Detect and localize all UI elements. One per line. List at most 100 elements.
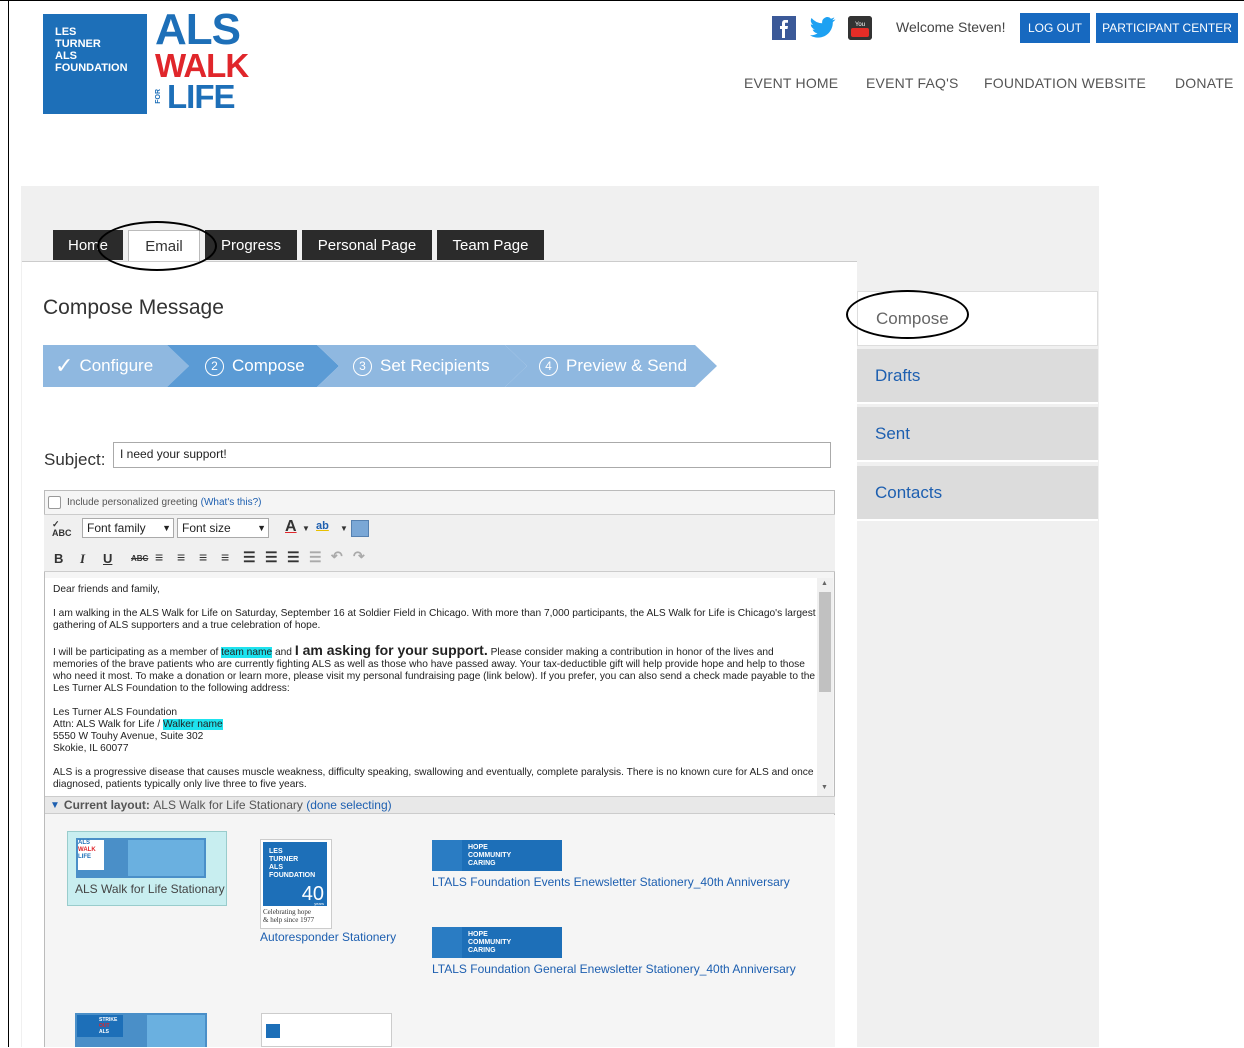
logo-for: FOR — [155, 89, 162, 104]
spellcheck-icon[interactable]: ✓ ABC — [52, 520, 72, 538]
tab-progress[interactable]: Progress — [205, 230, 297, 260]
nav-donate[interactable]: DONATE — [1175, 75, 1234, 91]
editor-body[interactable]: Dear friends and family, I am walking in… — [45, 578, 817, 796]
chevron-down-icon[interactable]: ▼ — [302, 524, 310, 533]
undo-icon[interactable]: ↶ — [331, 548, 343, 565]
nav-foundation-website[interactable]: FOUNDATION WEBSITE — [984, 75, 1146, 91]
body-emphasis: I am asking for your support. — [294, 642, 488, 658]
indent-icon[interactable]: ☰ — [287, 549, 300, 566]
align-justify-icon[interactable]: ≡ — [221, 549, 229, 565]
step-preview-send[interactable]: 4 Preview & Send — [505, 345, 717, 387]
address-line: Les Turner ALS Foundation — [53, 707, 178, 718]
twitter-icon[interactable] — [810, 16, 836, 40]
scroll-down-icon[interactable]: ▼ — [821, 784, 828, 791]
thumb-banner-text: COMMUNITY — [468, 852, 512, 859]
scroll-up-icon[interactable]: ▲ — [821, 580, 828, 587]
highlight-color-icon[interactable]: ab — [316, 520, 329, 532]
align-right-icon[interactable]: ≡ — [199, 549, 207, 565]
align-left-icon[interactable]: ≡ — [155, 549, 163, 565]
thumb-logo — [432, 840, 462, 871]
thumb-logo: STRIKE OUT ALS — [77, 1015, 123, 1037]
facebook-icon[interactable] — [772, 16, 796, 40]
italic-icon[interactable]: I — [80, 551, 85, 567]
participant-center-button[interactable]: PARTICIPANT CENTER — [1096, 13, 1238, 43]
thumb-logo-text: LES — [269, 848, 283, 855]
sidebar-item-drafts[interactable]: Drafts — [857, 349, 1098, 404]
align-center-icon[interactable]: ≡ — [177, 549, 185, 565]
subject-label: Subject: — [44, 450, 106, 469]
logo-line: TURNER — [55, 38, 101, 50]
text-color-icon[interactable]: A — [285, 518, 297, 536]
thumb-logo — [266, 1024, 280, 1038]
stationery-item-als-walk[interactable]: ALS WALK LIFE ALS Walk for Life Stationa… — [67, 831, 227, 906]
current-layout-bar: ▼ Current layout: ALS Walk for Life Stat… — [45, 796, 835, 814]
body-paragraph: ALS is a progressive disease that causes… — [53, 767, 814, 790]
youtube-icon[interactable]: You — [848, 16, 872, 40]
redo-icon[interactable]: ↷ — [353, 548, 365, 565]
chevron-down-icon[interactable]: ▼ — [340, 524, 348, 533]
scrollbar-thumb[interactable] — [819, 592, 831, 692]
logout-button[interactable]: LOG OUT — [1020, 13, 1090, 43]
stationery-thumbnail[interactable]: LES TURNER ALS FOUNDATION 40 years Celeb… — [260, 839, 332, 929]
les-turner-logo[interactable]: LES TURNER ALS FOUNDATION — [43, 14, 147, 114]
stationery-thumbnail[interactable]: STRIKE OUT ALS — [75, 1013, 207, 1047]
check-icon: ✓ — [55, 353, 74, 378]
triangle-down-icon[interactable]: ▼ — [50, 800, 60, 811]
tab-team-page[interactable]: Team Page — [437, 230, 544, 260]
thumb-photo — [128, 840, 204, 876]
strikethrough-icon[interactable]: ABC — [131, 554, 148, 563]
step-compose[interactable]: 2 Compose — [167, 345, 339, 387]
sidebar-item-sent[interactable]: Sent — [857, 407, 1098, 462]
svg-text:You: You — [855, 22, 865, 28]
numbered-list-icon[interactable]: ☰ — [265, 549, 278, 566]
step-set-recipients[interactable]: 3 Set Recipients — [317, 345, 527, 387]
body-paragraph: Dear friends and family, — [53, 584, 160, 595]
chevron-down-icon: ▼ — [257, 523, 266, 533]
bold-icon[interactable]: B — [54, 551, 63, 566]
done-selecting-link[interactable]: (done selecting) — [306, 798, 391, 812]
thumb-tagline-text: & help since 1977 — [263, 916, 315, 924]
greeting-checkbox[interactable] — [48, 496, 61, 509]
logo-line: FOUNDATION — [55, 62, 128, 74]
thumb-banner: HOPE COMMUNITY CARING — [468, 844, 511, 868]
paste-icon[interactable] — [351, 520, 369, 537]
step-number: 3 — [353, 356, 372, 376]
logo-life: LIFE — [167, 78, 235, 115]
stationery-thumbnail[interactable]: HOPE COMMUNITY CARING — [432, 840, 562, 871]
address-line: Attn: ALS Walk for Life / — [53, 719, 164, 730]
nav-event-faqs[interactable]: EVENT FAQ'S — [866, 75, 959, 91]
whats-this-link[interactable]: (What's this?) — [201, 497, 262, 508]
sidebar-item-contacts[interactable]: Contacts — [857, 466, 1098, 521]
thumb-logo: LES TURNER ALS FOUNDATION 40 years — [263, 842, 327, 906]
nav-event-home[interactable]: EVENT HOME — [744, 75, 838, 91]
stationery-label[interactable]: Autoresponder Stationery — [260, 930, 396, 944]
font-size-select[interactable]: Font size ▼ — [177, 518, 269, 538]
logo-line: ALS — [55, 50, 77, 62]
page-left-border — [8, 0, 9, 1047]
thumb-logo-text: WALK — [78, 847, 96, 853]
editor-scrollbar[interactable]: ▲ ▼ — [817, 578, 833, 796]
bullet-list-icon[interactable]: ☰ — [243, 549, 256, 566]
subject-input[interactable]: I need your support! — [113, 442, 831, 468]
body-paragraph: I am walking in the ALS Walk for Life on… — [53, 608, 816, 631]
current-layout-name: ALS Walk for Life Stationary — [153, 798, 303, 812]
address-line: Skokie, IL 60077 — [53, 743, 129, 754]
underline-icon[interactable]: U — [103, 551, 112, 566]
stationery-thumbnail[interactable] — [261, 1013, 392, 1047]
step-label: Preview & Send — [566, 356, 687, 375]
thumb-tagline-text: Celebrating hope — [263, 908, 312, 916]
als-walk-logo[interactable]: ALS WALK FOR LIFE — [155, 8, 265, 120]
step-number: 4 — [539, 356, 558, 376]
body-paragraph: I will be participating as a member of t… — [53, 642, 817, 695]
thumb-logo-text: FOUNDATION — [269, 872, 316, 879]
stationery-thumbnail: ALS WALK LIFE — [76, 838, 206, 878]
tab-personal-page[interactable]: Personal Page — [302, 230, 432, 260]
outdent-icon[interactable]: ☰ — [309, 549, 322, 566]
stationery-label[interactable]: LTALS Foundation Events Enewsletter Stat… — [432, 875, 790, 889]
team-name-placeholder: team name — [221, 647, 273, 658]
stationery-label[interactable]: LTALS Foundation General Enewsletter Sta… — [432, 962, 796, 976]
font-family-select[interactable]: Font family ▼ — [82, 518, 174, 538]
logo-walk: WALK — [155, 47, 249, 84]
thumb-logo: ALS WALK LIFE — [78, 840, 104, 870]
stationery-thumbnail[interactable]: HOPE COMMUNITY CARING — [432, 927, 562, 958]
